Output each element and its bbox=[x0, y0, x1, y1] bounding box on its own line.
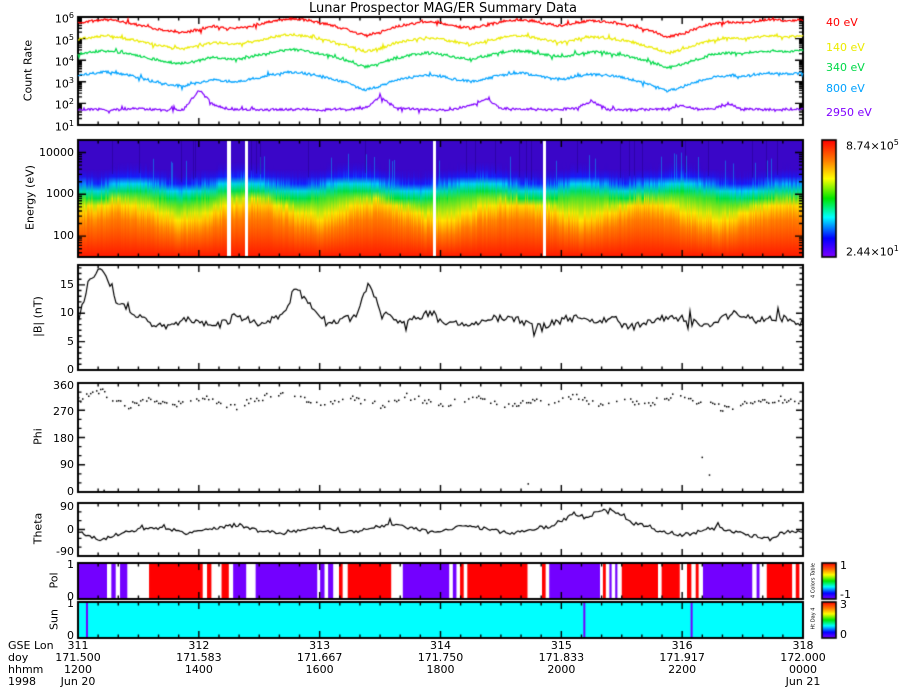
sun-colorbar-max: 3 bbox=[840, 598, 847, 611]
spectro-colorbar-min: 2.44×101 bbox=[846, 244, 899, 259]
count-rate-ytick-label: 104 bbox=[54, 54, 74, 69]
phi-ytick-label: 0 bbox=[67, 485, 74, 498]
bmag-ytick-label: 5 bbox=[67, 334, 74, 348]
xaxis-hhmm-label: 1600 bbox=[305, 663, 334, 676]
legend-item-340eV: 340 eV bbox=[826, 61, 865, 74]
sun-colorbar-min: 0 bbox=[840, 628, 847, 641]
bmag-ytick-label: 0 bbox=[67, 363, 74, 376]
pol-colorbar-max: 1 bbox=[840, 559, 847, 572]
count-rate-ytick-label: 106 bbox=[54, 11, 74, 26]
sun-ytick-label: 0 bbox=[67, 629, 74, 642]
legend-item-2950eV: 2950 eV bbox=[826, 106, 872, 119]
xaxis-hhmm-label: 1400 bbox=[184, 663, 213, 676]
axis-row-header-year: 1998 bbox=[8, 675, 36, 688]
legend-item-40eV: 40 eV bbox=[826, 16, 858, 29]
theta-ytick-label: 0 bbox=[67, 522, 74, 536]
xaxis-hhmm-label: 2000 bbox=[547, 663, 576, 676]
phi-ytick-label: 180 bbox=[53, 431, 74, 445]
sun-ytick-label: 1 bbox=[67, 597, 74, 610]
xaxis-hhmm-label: 2200 bbox=[668, 663, 697, 676]
xaxis-date-label: Jun 20 bbox=[60, 675, 96, 688]
phi-ytick-label: 90 bbox=[60, 458, 74, 472]
legend-item-140eV: 140 eV bbox=[826, 41, 865, 54]
bmag-ytick-label: 10 bbox=[60, 306, 74, 320]
count-rate-ytick-label: 102 bbox=[54, 97, 74, 113]
count-rate-ytick-label: 103 bbox=[54, 75, 74, 91]
count-rate-ytick-label: 105 bbox=[54, 32, 74, 48]
theta-ytick-label: 90 bbox=[60, 499, 74, 513]
legend-item-800eV: 800 eV bbox=[826, 82, 865, 95]
pol-ytick-label: 1 bbox=[67, 558, 74, 571]
phi-ytick-label: 360 bbox=[53, 378, 74, 392]
plot-window: Lunar Prospector MAG/ER Summary Data Cou… bbox=[0, 0, 900, 700]
phi-ytick-label: 270 bbox=[53, 405, 74, 419]
count-rate-ytick-label: 101 bbox=[54, 119, 74, 134]
xaxis-date-label: Jun 21 bbox=[785, 675, 821, 688]
page-title: Lunar Prospector MAG/ER Summary Data bbox=[309, 1, 577, 16]
theta-ytick-label: -90 bbox=[56, 545, 74, 559]
bmag-ytick-label: 15 bbox=[60, 277, 74, 291]
energy-ytick-label: 10000 bbox=[39, 145, 74, 159]
energy-ytick-label: 100 bbox=[53, 229, 74, 243]
energy-ytick-label: 1000 bbox=[46, 187, 74, 201]
plot-canvas bbox=[0, 0, 900, 700]
xaxis-hhmm-label: 1800 bbox=[426, 663, 455, 676]
spectro-colorbar-max: 8.74×105 bbox=[846, 138, 899, 153]
